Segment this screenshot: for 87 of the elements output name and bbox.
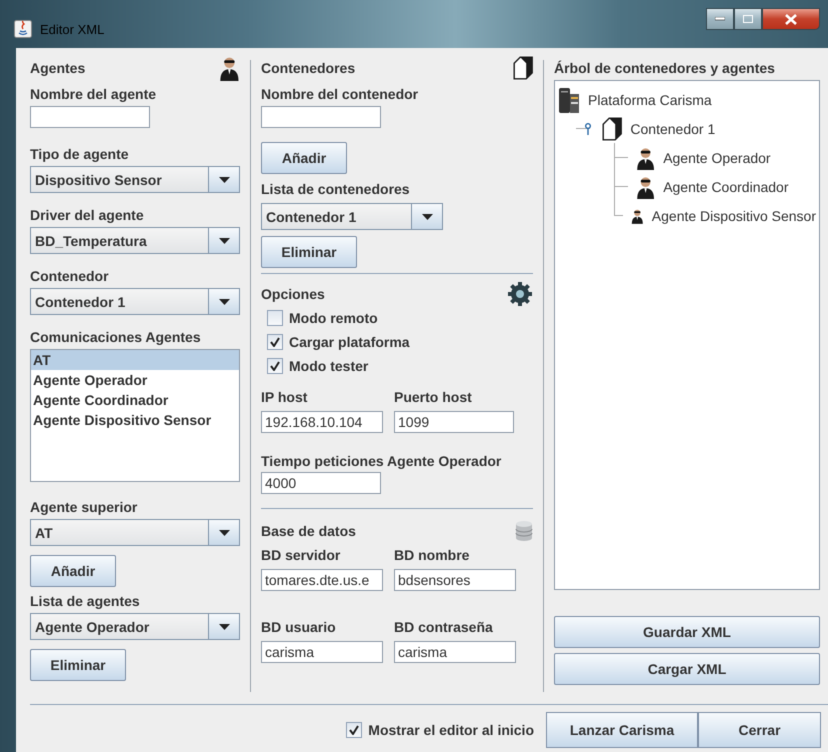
checkbox[interactable]	[267, 334, 283, 350]
dropdown[interactable]: Contenedor 1	[261, 203, 443, 230]
field-label: Driver del agente	[30, 207, 145, 223]
input-field[interactable]	[261, 106, 381, 128]
input-field[interactable]: 4000	[261, 472, 381, 494]
action-button[interactable]: Cargar XML	[554, 653, 820, 685]
input-field[interactable]: bdsensores	[394, 569, 516, 591]
maximize-button[interactable]	[734, 8, 762, 30]
checkmark-icon	[270, 360, 280, 370]
field-label: Tiempo peticiones Agente Operador	[261, 453, 502, 469]
footer-button[interactable]: Lanzar Carisma	[546, 712, 698, 748]
input-field[interactable]: carisma	[261, 641, 383, 663]
list-item[interactable]: Agente Coordinador	[31, 390, 239, 410]
section-title: Árbol de contenedores y agentes	[554, 60, 776, 76]
tree-item[interactable]: Contenedor 1	[630, 120, 716, 136]
close-button[interactable]	[762, 8, 820, 30]
tree-item[interactable]: Agente Dispositivo Sensor	[652, 208, 816, 224]
dropdown[interactable]: AT	[30, 519, 240, 546]
list-item[interactable]: AT	[31, 350, 239, 370]
database-icon	[515, 520, 533, 542]
caret-icon	[218, 176, 230, 182]
maximize-icon	[743, 15, 753, 23]
field-label: IP host	[261, 389, 308, 405]
input-field[interactable]: 1099	[394, 411, 514, 433]
window-title: Editor XML	[40, 22, 106, 36]
remove-button[interactable]: Eliminar	[261, 236, 357, 268]
list-item[interactable]: Agente Dispositivo Sensor	[31, 410, 239, 430]
tree-item[interactable]: Plataforma Carisma	[588, 92, 712, 108]
checkmark-icon	[349, 725, 360, 735]
caret-icon	[218, 238, 230, 244]
field-label: Lista de contenedores	[261, 181, 411, 197]
caret-icon	[218, 530, 230, 536]
add-button[interactable]: Añadir	[30, 555, 116, 587]
section-title: Opciones	[261, 286, 325, 302]
dropdown[interactable]: Agente Operador	[30, 613, 240, 640]
list-item[interactable]: Agente Operador	[31, 370, 239, 390]
field-label: BD servidor	[261, 547, 342, 563]
settings-icon	[507, 281, 533, 307]
collapse-handle-icon[interactable]	[584, 122, 594, 134]
checkbox[interactable]	[346, 722, 362, 738]
checkbox-label[interactable]: Mostrar el editor al inicio	[368, 722, 534, 738]
field-label: Agente superior	[30, 499, 138, 515]
add-button[interactable]: Añadir	[261, 142, 347, 174]
field-label: Lista de agentes	[30, 593, 141, 609]
field-label: Comunicaciones Agentes	[30, 329, 202, 345]
dropdown[interactable]: Dispositivo Sensor	[30, 166, 240, 193]
caret-icon	[218, 624, 230, 630]
checkbox-label[interactable]: Cargar plataforma	[289, 334, 410, 350]
app-icon	[14, 20, 32, 38]
agent-icon	[636, 146, 656, 170]
checkbox-label[interactable]: Modo remoto	[289, 310, 378, 326]
tree-item[interactable]: Agente Coordinador	[663, 178, 788, 194]
field-label: Puerto host	[394, 389, 473, 405]
close-icon	[785, 14, 797, 24]
section-title: Contenedores	[261, 60, 356, 76]
field-label: Nombre del agente	[30, 86, 158, 102]
field-label: Contenedor	[30, 268, 110, 284]
field-label: Tipo de agente	[30, 146, 130, 162]
server-icon	[558, 86, 580, 114]
cube-icon	[602, 116, 622, 140]
section-title: Agentes	[30, 60, 86, 76]
tree-item[interactable]: Agente Operador	[663, 150, 771, 166]
cube-icon	[512, 56, 533, 80]
remove-button[interactable]: Eliminar	[30, 649, 126, 681]
checkbox[interactable]	[267, 358, 283, 374]
footer-button[interactable]: Cerrar	[698, 712, 821, 748]
caret-icon	[422, 214, 432, 220]
field-label: BD nombre	[394, 547, 470, 563]
action-button[interactable]: Guardar XML	[554, 616, 820, 648]
agent-icon	[636, 174, 656, 198]
input-field[interactable]: carisma	[394, 641, 516, 663]
input-field[interactable]	[30, 106, 150, 128]
checkmark-icon	[270, 336, 280, 346]
input-field[interactable]: tomares.dte.us.e	[261, 569, 383, 591]
field-label: Nombre del contenedor	[261, 86, 420, 102]
field-label: BD contraseña	[394, 619, 494, 635]
input-field[interactable]: 192.168.10.104	[261, 411, 383, 433]
caret-icon	[218, 298, 230, 304]
dropdown[interactable]: BD_Temperatura	[30, 227, 240, 254]
field-label: BD usuario	[261, 619, 337, 635]
dropdown[interactable]: Contenedor 1	[30, 288, 240, 315]
minimize-button[interactable]	[706, 8, 734, 30]
section-title: Base de datos	[261, 523, 356, 539]
minimize-icon	[715, 17, 725, 21]
checkbox[interactable]	[267, 310, 283, 326]
agent-icon	[219, 55, 240, 81]
checkbox-label[interactable]: Modo tester	[289, 358, 368, 374]
